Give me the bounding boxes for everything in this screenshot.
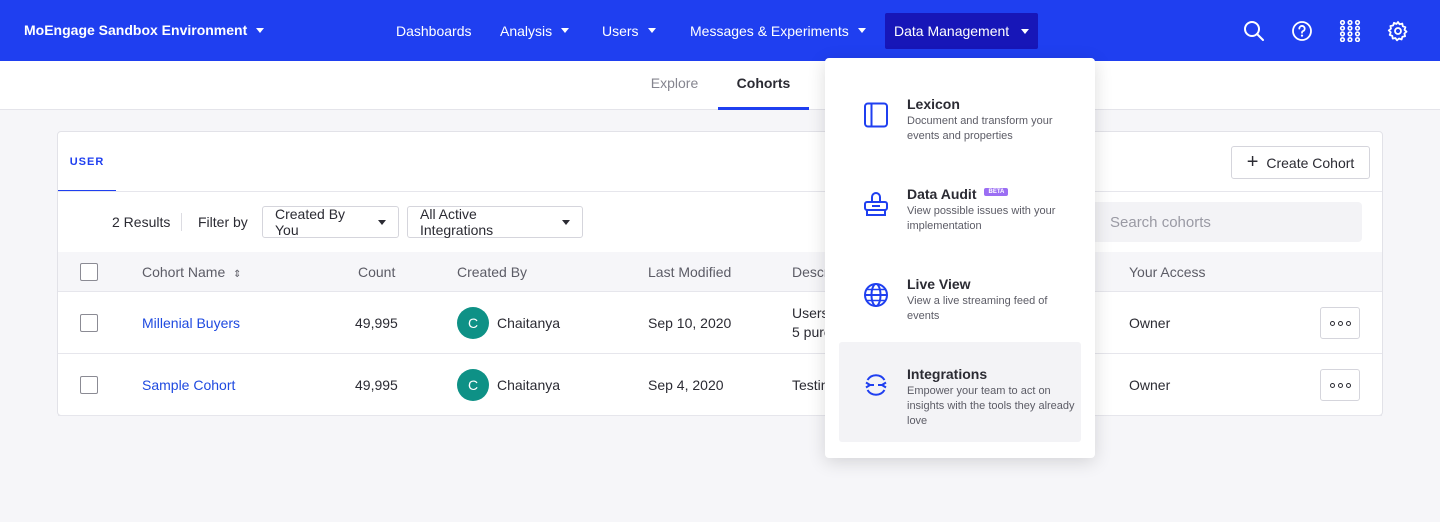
tab-cohorts[interactable]: Cohorts — [718, 61, 809, 110]
menu-item-live-view[interactable]: Live View View a live streaming feed of … — [839, 252, 1081, 352]
select-all-checkbox[interactable] — [80, 263, 98, 281]
more-icon-dot — [1337, 382, 1343, 388]
nav-messages-experiments[interactable]: Messages & Experiments — [690, 0, 866, 61]
last-modified: Sep 10, 2020 — [648, 315, 732, 331]
nav-dashboards-label: Dashboards — [396, 22, 472, 39]
environment-selector[interactable]: MoEngage Sandbox Environment — [24, 22, 265, 38]
chevron-down-icon — [1021, 28, 1030, 34]
beta-badge: BETA — [984, 188, 1009, 197]
menu-item-description: View a live streaming feed of events — [907, 295, 1048, 322]
created-by-filter-dropdown[interactable]: Created By You — [262, 206, 399, 238]
more-icon — [1329, 382, 1335, 388]
create-cohort-button[interactable]: + Create Cohort — [1231, 146, 1370, 179]
column-header-name[interactable]: Cohort Name ⇕ — [142, 264, 242, 280]
search-icon[interactable] — [1243, 20, 1265, 42]
access-level: Owner — [1129, 377, 1171, 393]
nav-analysis-label: Analysis — [500, 22, 553, 39]
help-icon[interactable] — [1291, 20, 1313, 42]
more-icon — [1329, 320, 1335, 326]
top-navigation-bar: MoEngage Sandbox Environment Dashboards … — [0, 0, 1440, 61]
table-header: Cohort Name ⇕ Count Created By Last Modi… — [58, 252, 1382, 292]
tab-user[interactable]: USER — [58, 132, 116, 192]
avatar: C — [457, 307, 489, 339]
chevron-down-icon — [256, 27, 265, 33]
divider — [58, 191, 1382, 192]
column-header-count: Count — [358, 264, 396, 280]
menu-item-title: Data Audit — [907, 186, 977, 202]
menu-item-title: Live View — [907, 276, 971, 292]
menu-item-integrations[interactable]: Integrations Empower your team to act on… — [839, 342, 1081, 442]
column-header-your-access: Your Access — [1129, 264, 1206, 280]
last-modified: Sep 4, 2020 — [648, 377, 724, 393]
nav-data-management-label: Data Management — [894, 23, 1010, 39]
more-icon-dot — [1345, 382, 1351, 388]
avatar: C — [457, 369, 489, 401]
more-icon-dot — [1345, 320, 1351, 326]
menu-item-title: Integrations — [907, 366, 988, 382]
tab-cohorts-label: Cohorts — [736, 75, 791, 91]
tab-explore-label: Explore — [650, 75, 699, 91]
menu-item-description: Document and transform your events and p… — [907, 115, 1053, 142]
chevron-down-icon — [857, 28, 866, 33]
cohort-name-link[interactable]: Millenial Buyers — [142, 315, 240, 331]
integrations-icon — [865, 374, 887, 396]
integrations-filter-dropdown[interactable]: All Active Integrations — [407, 206, 583, 238]
column-header-description: Descr — [792, 264, 829, 280]
globe-icon — [864, 283, 888, 307]
access-level: Owner — [1129, 315, 1171, 331]
nav-dashboards[interactable]: Dashboards — [396, 0, 472, 61]
description-line-1: Testin — [792, 377, 829, 393]
description-line-1: Users — [792, 305, 829, 321]
column-header-created-by: Created By — [457, 264, 528, 280]
column-header-last-modified: Last Modified — [648, 264, 732, 280]
sub-tab-bar: Explore Cohorts — [0, 61, 1440, 110]
more-options-button[interactable] — [1320, 369, 1360, 401]
menu-item-title: Lexicon — [907, 96, 960, 112]
table-row: Sample Cohort 49,995 C Chaitanya Sep 4, … — [58, 354, 1382, 416]
cohorts-card: USER + Create Cohort 2 Results Filter by… — [57, 131, 1383, 416]
cohort-name-link[interactable]: Sample Cohort — [142, 377, 235, 393]
menu-item-description: Empower your team to act on insights wit… — [907, 385, 1075, 427]
menu-item-description: View possible issues with your implement… — [907, 205, 1056, 232]
environment-label: MoEngage Sandbox Environment — [24, 22, 248, 38]
cohort-count: 49,995 — [355, 315, 398, 331]
more-options-button[interactable] — [1320, 307, 1360, 339]
results-count: 2 Results — [112, 214, 171, 230]
row-checkbox[interactable] — [80, 376, 98, 394]
tab-explore[interactable]: Explore — [631, 61, 718, 110]
menu-item-lexicon[interactable]: Lexicon Document and transform your even… — [839, 72, 1081, 172]
filter-label: Filter by — [198, 214, 248, 230]
nav-analysis[interactable]: Analysis — [500, 0, 570, 61]
create-cohort-label: Create Cohort — [1266, 154, 1355, 171]
book-icon — [864, 102, 888, 128]
nav-data-management[interactable]: Data Management — [885, 13, 1039, 49]
table-row: Millenial Buyers 49,995 C Chaitanya Sep … — [58, 292, 1382, 354]
column-header-name-label: Cohort Name — [142, 264, 226, 280]
nav-messages-label: Messages & Experiments — [690, 22, 849, 39]
sort-icon: ⇕ — [233, 269, 242, 280]
data-management-menu: Lexicon Document and transform your even… — [825, 58, 1095, 458]
created-by-filter-value: Created By You — [275, 206, 346, 238]
creator-name: Chaitanya — [497, 377, 561, 393]
menu-item-title-row: Data Audit BETA — [907, 186, 1009, 202]
nav-users-label: Users — [602, 22, 639, 39]
divider — [181, 213, 182, 231]
chevron-down-icon — [647, 28, 656, 33]
apps-grid-icon[interactable] — [1339, 20, 1361, 42]
more-icon-dot — [1337, 320, 1343, 326]
row-checkbox[interactable] — [80, 314, 98, 332]
audit-icon — [864, 192, 888, 216]
tab-user-label: USER — [69, 156, 105, 168]
settings-icon[interactable] — [1387, 20, 1409, 42]
creator-name: Chaitanya — [497, 315, 561, 331]
chevron-down-icon — [378, 219, 386, 225]
menu-item-data-audit[interactable]: Data Audit BETA View possible issues with… — [839, 162, 1081, 262]
search-input[interactable] — [1088, 202, 1362, 242]
chevron-down-icon — [562, 219, 570, 225]
integrations-filter-value: All Active Integrations — [420, 206, 494, 238]
cohort-count: 49,995 — [355, 377, 398, 393]
nav-users[interactable]: Users — [602, 0, 656, 61]
plus-icon: + — [1246, 150, 1259, 173]
chevron-down-icon — [561, 28, 570, 33]
